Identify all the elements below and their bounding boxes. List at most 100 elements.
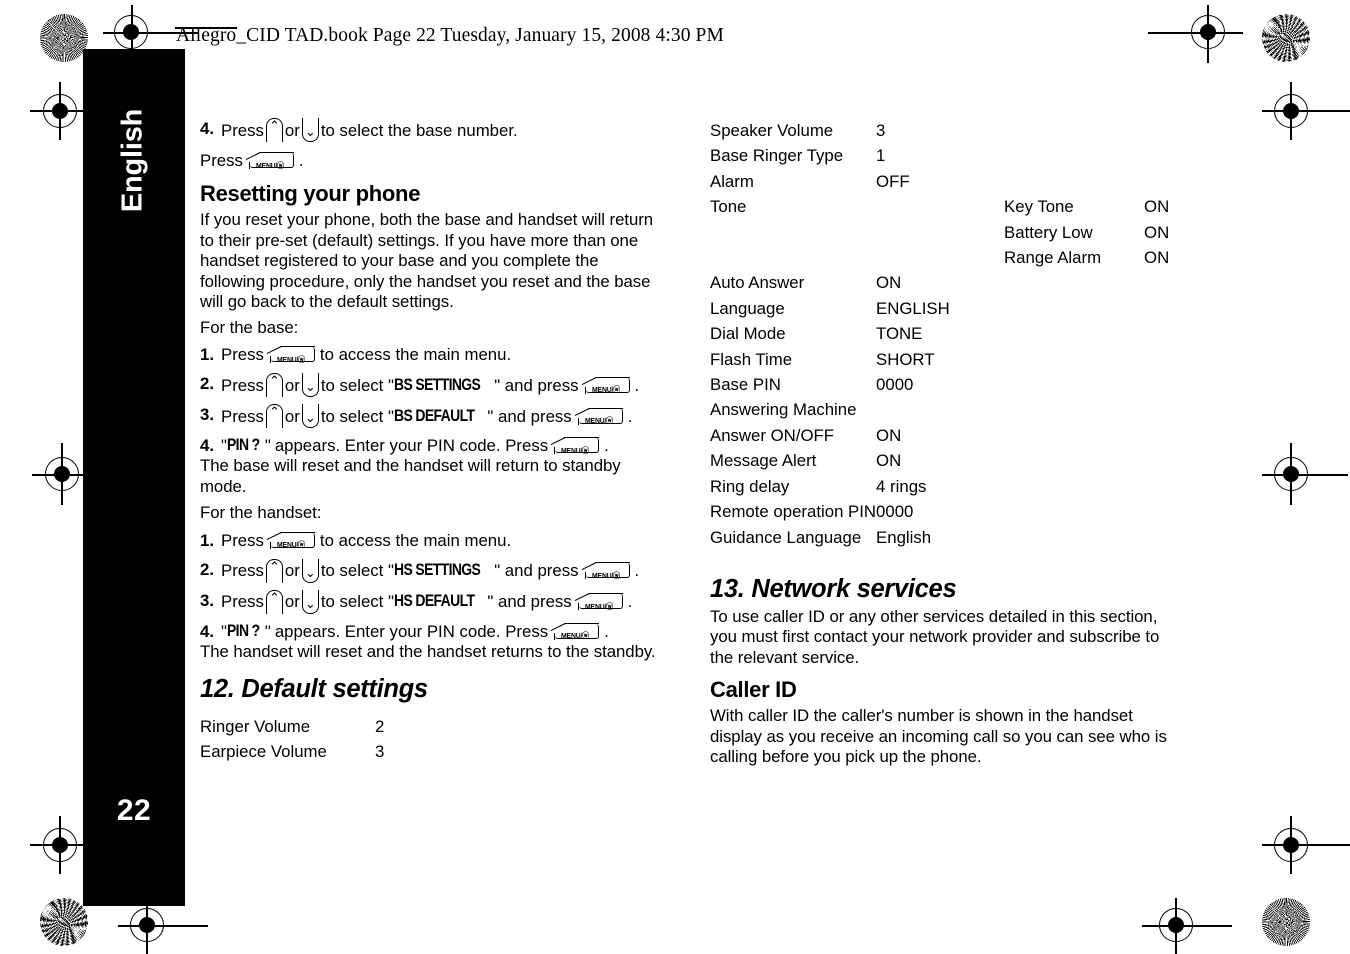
menu-key-label: MENU/ⓦ bbox=[276, 540, 305, 549]
menu-key-label: MENU/ⓦ bbox=[276, 354, 305, 364]
table-row: Flash Time SHORT bbox=[710, 347, 1169, 372]
trim-line bbox=[0, 198, 2, 250]
step-item: 3. Press ⌃ or ⌄ to select " BS DEFAULT "… bbox=[200, 404, 665, 428]
language-tab-sidebar: English 22 bbox=[83, 49, 185, 906]
menu-key-icon: MENU/ⓦ bbox=[550, 622, 601, 641]
setting-value: English bbox=[876, 527, 932, 547]
table-row: Answering Machine bbox=[710, 397, 1169, 422]
registration-target-right-lower bbox=[1274, 828, 1308, 862]
step-text: " and press bbox=[487, 592, 572, 611]
step-number: 4. bbox=[200, 621, 214, 641]
setting-name: Tone bbox=[710, 197, 747, 217]
step-text: Press bbox=[221, 592, 264, 611]
rosette-mark-top-right bbox=[1262, 14, 1310, 62]
setting-name: Base Ringer Type bbox=[710, 146, 844, 166]
step-text: appears. Enter your PIN code. Press bbox=[274, 621, 549, 641]
table-row: Guidance Language English bbox=[710, 525, 1169, 550]
table-row: Ring delay 4 rings bbox=[710, 474, 1169, 499]
registration-target-top-left bbox=[114, 15, 148, 49]
setting-subname bbox=[1004, 270, 1144, 295]
for-the-handset-label: For the handset: bbox=[200, 503, 322, 522]
down-arrow-key-icon: ⌄ bbox=[301, 118, 319, 142]
step-number: 1. bbox=[200, 530, 214, 550]
table-row: Ringer Volume 2 bbox=[200, 714, 503, 739]
setting-subvalue bbox=[1144, 270, 1169, 295]
period: . bbox=[627, 592, 633, 611]
up-arrow-key-icon: ⌃ bbox=[265, 589, 283, 614]
setting-name: Language bbox=[710, 298, 785, 318]
down-arrow-key-icon: ⌄ bbox=[301, 558, 319, 583]
down-arrow-glyph: ⌄ bbox=[304, 565, 316, 581]
setting-subvalue bbox=[1144, 448, 1169, 473]
setting-value: OFF bbox=[876, 171, 910, 191]
setting-value: 3 bbox=[876, 121, 886, 140]
table-row: Battery Low ON bbox=[710, 220, 1169, 245]
registration-target-left-upper bbox=[43, 94, 77, 128]
table-row: Language ENGLISH bbox=[710, 296, 1169, 321]
menu-key-label: MENU/ⓦ bbox=[561, 631, 590, 640]
up-arrow-glyph: ⌃ bbox=[268, 405, 280, 420]
setting-name: Answering Machine bbox=[710, 400, 857, 420]
setting-subname: Range Alarm bbox=[1004, 248, 1102, 268]
menu-key-icon: MENU/ⓦ bbox=[581, 376, 632, 395]
table-row: Tone Key Tone ON bbox=[710, 194, 1169, 219]
menu-key-label: MENU/ⓦ bbox=[584, 601, 613, 611]
down-arrow-key-icon: ⌄ bbox=[301, 404, 319, 428]
step-number: 3. bbox=[200, 590, 214, 610]
menu-key-label: MENU/ⓦ bbox=[561, 445, 590, 455]
down-arrow-key-icon: ⌄ bbox=[301, 373, 319, 397]
trim-line bbox=[0, 72, 70, 74]
setting-subname bbox=[1004, 423, 1144, 448]
setting-subname bbox=[1004, 525, 1144, 550]
setting-value bbox=[876, 194, 1004, 219]
step-text: Press bbox=[221, 561, 264, 580]
setting-subvalue: ON bbox=[1144, 248, 1170, 268]
setting-value: ON bbox=[876, 273, 902, 293]
setting-value: ENGLISH bbox=[876, 298, 950, 318]
up-arrow-key-icon: ⌃ bbox=[265, 558, 283, 583]
table-row: Message Alert ON bbox=[710, 448, 1169, 473]
setting-subname bbox=[1004, 296, 1144, 321]
setting-subvalue bbox=[1144, 118, 1169, 143]
setting-subname: Battery Low bbox=[1004, 222, 1093, 242]
left-column: 4. Press ⌃ or ⌄ to select the base numbe… bbox=[200, 118, 665, 765]
up-arrow-key-icon: ⌃ bbox=[265, 118, 283, 142]
registration-target-mid-left bbox=[45, 457, 79, 491]
trim-line bbox=[0, 73, 2, 125]
menu-key-icon: MENU/ⓦ bbox=[266, 531, 317, 550]
setting-name: Ringer Volume bbox=[200, 717, 311, 736]
menu-key-icon: MENU/ⓦ bbox=[574, 407, 625, 426]
step-text: to select the base number. bbox=[320, 120, 518, 140]
setting-subname bbox=[1004, 321, 1144, 346]
menu-key-label: MENU/ⓦ bbox=[591, 570, 620, 580]
table-row: Speaker Volume 3 bbox=[710, 118, 1169, 143]
menu-key-icon: MENU/ⓦ bbox=[550, 436, 601, 455]
base-reset-result: The base will reset and the handset will… bbox=[200, 456, 621, 496]
step-text: to select " bbox=[320, 592, 394, 611]
setting-subvalue: ON bbox=[1144, 197, 1170, 217]
setting-value: SHORT bbox=[876, 349, 935, 369]
setting-name: Remote operation PIN bbox=[710, 502, 877, 522]
period: . bbox=[298, 151, 304, 170]
setting-subname bbox=[1004, 499, 1144, 524]
up-arrow-glyph: ⌃ bbox=[268, 590, 280, 606]
down-arrow-glyph: ⌄ bbox=[304, 125, 316, 140]
right-column: Speaker Volume 3 Base Ringer Type 1 Alarm O… bbox=[710, 118, 1180, 768]
period: . bbox=[604, 621, 609, 641]
setting-name: Ring delay bbox=[710, 476, 790, 496]
step-text-or: or bbox=[284, 592, 300, 611]
menu-item-label: BS DEFAULT bbox=[393, 406, 475, 425]
step-text: Press bbox=[221, 120, 264, 140]
menu-key-icon: MENU/ⓦ bbox=[574, 592, 625, 611]
registration-target-left-lower bbox=[43, 828, 77, 862]
step-text-or: or bbox=[284, 406, 300, 426]
setting-value: 0000 bbox=[876, 502, 914, 522]
setting-subname bbox=[1004, 372, 1144, 397]
setting-subvalue bbox=[1144, 423, 1169, 448]
table-row: Range Alarm ON bbox=[710, 245, 1169, 270]
setting-subvalue bbox=[1144, 372, 1169, 397]
setting-name: Speaker Volume bbox=[710, 121, 834, 140]
setting-subname bbox=[1004, 474, 1144, 499]
step-text: Press bbox=[221, 375, 264, 395]
step-item: 1. Press MENU/ⓦ to access the main menu. bbox=[200, 530, 665, 551]
